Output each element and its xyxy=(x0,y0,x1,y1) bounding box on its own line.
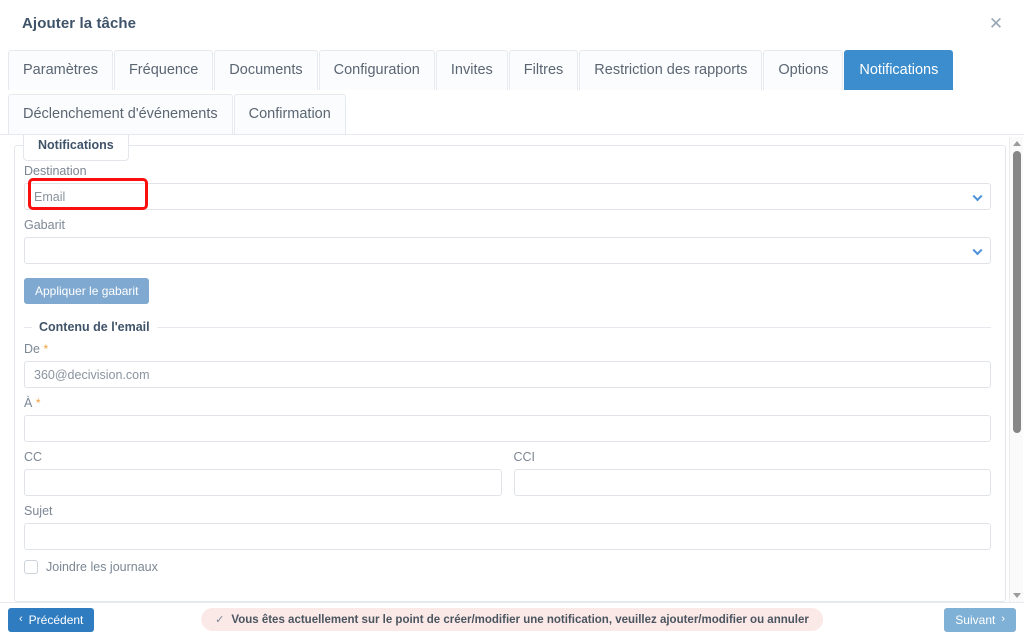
attach-logs-row: Joindre les journaux xyxy=(24,560,991,574)
to-input[interactable] xyxy=(24,415,991,442)
gabarit-label: Gabarit xyxy=(24,218,65,232)
check-icon: ✓ xyxy=(215,614,225,626)
to-label-text: À xyxy=(24,396,33,410)
email-content-group: Contenu de l'email De * À * xyxy=(24,320,991,574)
scroll-up-arrow-icon[interactable] xyxy=(1013,141,1021,146)
subject-input[interactable] xyxy=(24,523,991,550)
required-marker: * xyxy=(43,342,49,356)
next-button-label: Suivant xyxy=(955,612,996,627)
modal-footer: ‹ Précédent ✓ Vous êtes actuellement sur… xyxy=(0,602,1024,636)
attach-logs-label: Joindre les journaux xyxy=(46,560,158,574)
chevron-left-icon: ‹ xyxy=(19,613,23,625)
tab-invites[interactable]: Invites xyxy=(435,50,508,90)
from-field: De * xyxy=(24,342,991,388)
bcc-field: CCI xyxy=(513,450,991,496)
tab-row-primary: Paramètres Fréquence Documents Configura… xyxy=(8,46,1024,134)
to-field: À * xyxy=(24,396,991,442)
bcc-label: CCI xyxy=(513,450,536,464)
next-button[interactable]: Suivant › xyxy=(944,607,1016,632)
subject-field: Sujet xyxy=(24,504,991,550)
to-label: À * xyxy=(24,396,991,411)
cc-label: CC xyxy=(24,450,43,464)
tab-documents[interactable]: Documents xyxy=(214,50,318,90)
bcc-input[interactable] xyxy=(513,469,991,496)
add-task-modal: Ajouter la tâche ✕ Paramètres Fréquence … xyxy=(0,0,1024,636)
panel-tab-notifications: Notifications xyxy=(23,135,129,161)
subject-label: Sujet xyxy=(24,504,53,518)
gabarit-field: Gabarit xyxy=(24,218,991,264)
from-label: De * xyxy=(24,342,991,357)
previous-button[interactable]: ‹ Précédent xyxy=(8,607,95,632)
cc-bcc-row: CC CCI xyxy=(24,450,991,504)
tab-frequence[interactable]: Fréquence xyxy=(113,50,214,90)
gabarit-select-wrapper xyxy=(24,237,991,264)
page-title: Ajouter la tâche xyxy=(22,14,137,32)
close-icon[interactable]: ✕ xyxy=(986,13,1006,33)
tab-configuration[interactable]: Configuration xyxy=(318,50,435,90)
tab-declenchement-evenements[interactable]: Déclenchement d'événements xyxy=(8,94,233,134)
tab-confirmation[interactable]: Confirmation xyxy=(233,94,346,134)
notifications-panel: Notifications Destination Gabarit Appliq… xyxy=(14,135,1006,602)
scroll-down-arrow-icon[interactable] xyxy=(1013,593,1021,598)
tab-options[interactable]: Options xyxy=(763,50,844,90)
status-alert: ✓ Vous êtes actuellement sur le point de… xyxy=(201,608,823,631)
vertical-scrollbar[interactable] xyxy=(1009,137,1023,602)
destination-select-wrapper xyxy=(24,178,991,210)
previous-button-label: Précédent xyxy=(28,612,84,627)
tab-parametres[interactable]: Paramètres xyxy=(8,50,113,90)
tab-bar: Paramètres Fréquence Documents Configura… xyxy=(0,46,1024,135)
destination-field: Destination xyxy=(24,164,991,210)
apply-template-button[interactable]: Appliquer le gabarit xyxy=(24,278,150,304)
required-marker: * xyxy=(35,396,41,410)
from-label-text: De xyxy=(24,342,40,356)
from-input[interactable] xyxy=(24,361,991,388)
email-content-legend: Contenu de l'email xyxy=(39,320,150,334)
destination-label: Destination xyxy=(24,164,87,178)
attach-logs-checkbox[interactable] xyxy=(24,560,38,574)
cc-field: CC xyxy=(24,450,502,496)
tab-restriction-des-rapports[interactable]: Restriction des rapports xyxy=(579,50,763,90)
chevron-right-icon: › xyxy=(1001,613,1005,625)
modal-header: Ajouter la tâche ✕ xyxy=(0,0,1024,46)
tab-notifications[interactable]: Notifications xyxy=(844,50,954,90)
modal-body: Notifications Destination Gabarit Appliq… xyxy=(0,135,1024,602)
destination-select[interactable] xyxy=(24,183,991,210)
tab-filtres[interactable]: Filtres xyxy=(508,50,579,90)
scrollbar-thumb[interactable] xyxy=(1013,151,1021,433)
gabarit-select[interactable] xyxy=(24,237,991,264)
status-alert-text: Vous êtes actuellement sur le point de c… xyxy=(231,613,809,626)
cc-input[interactable] xyxy=(24,469,502,496)
